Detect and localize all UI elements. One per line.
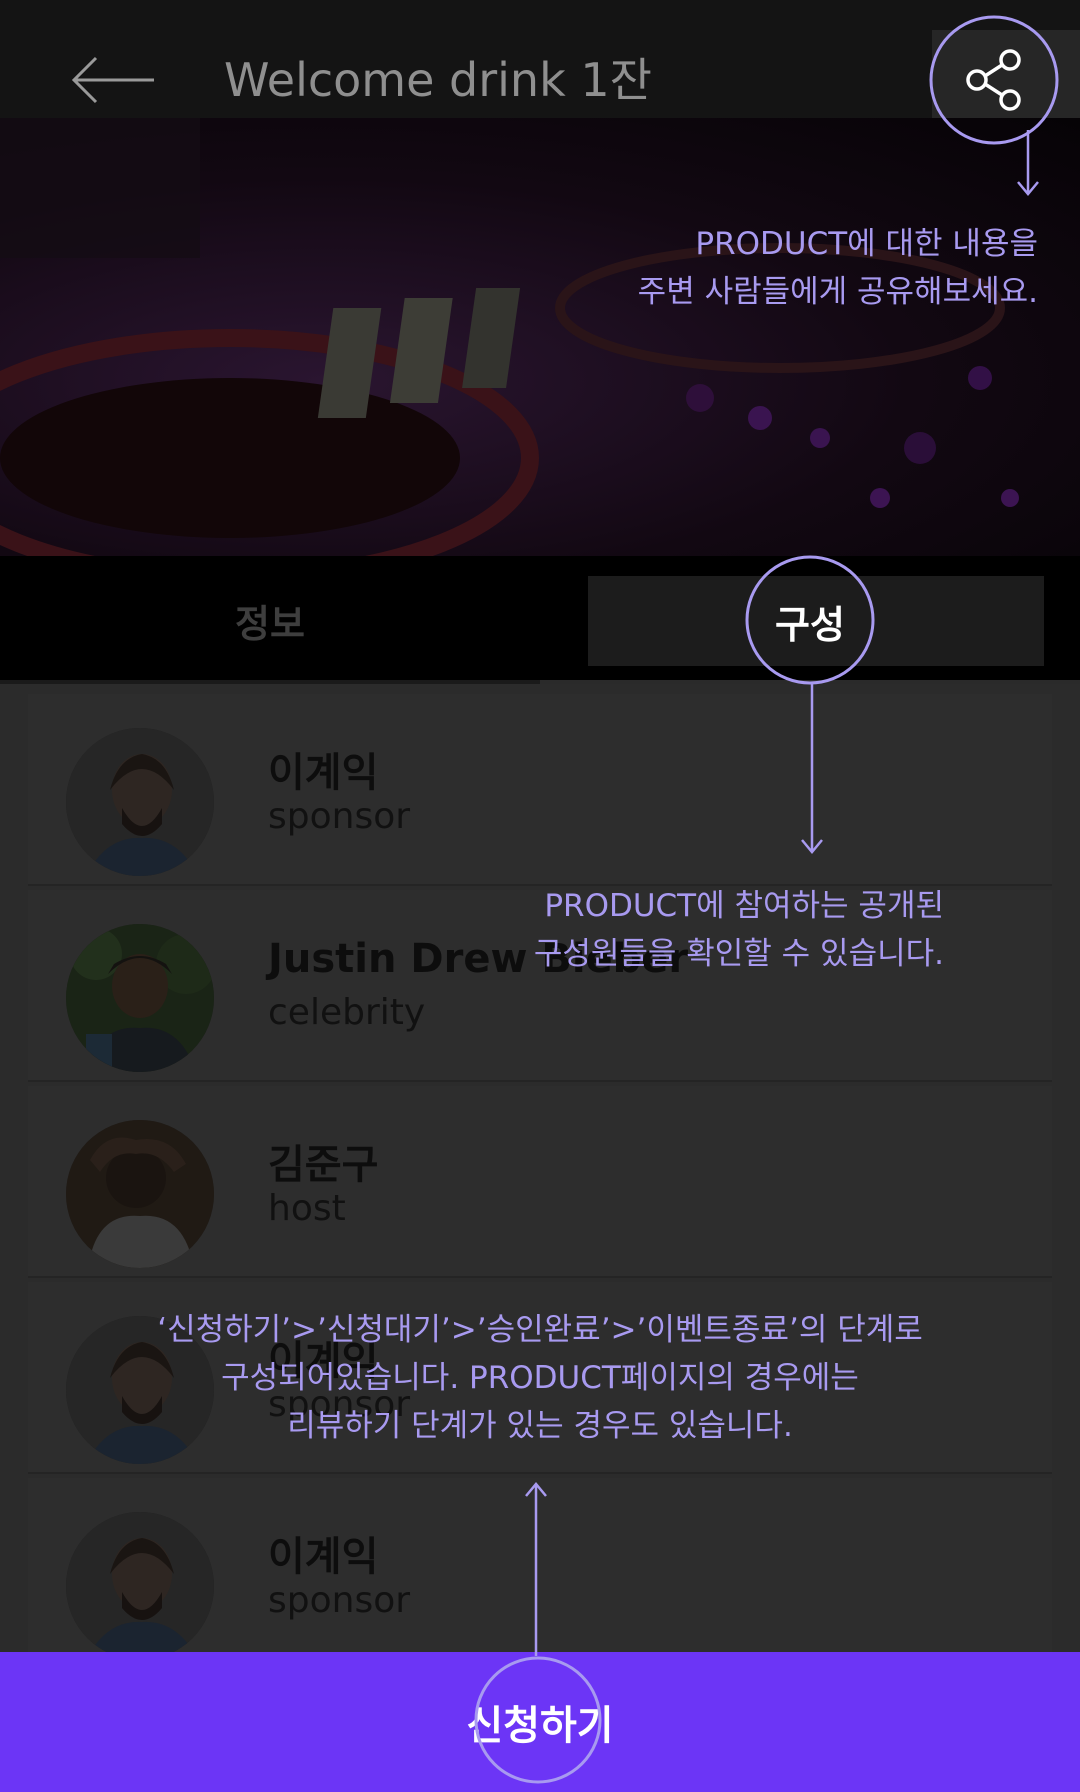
avatar [66,728,214,876]
avatar [66,1120,214,1268]
list-item[interactable]: 이계익 sponsor [28,1478,1052,1670]
tab-info[interactable]: 정보 [0,556,540,684]
page-title: Welcome drink 1잔 [224,53,652,107]
member-role: host [268,1188,346,1229]
apply-button[interactable]: 신청하기 [0,1652,1080,1792]
list-item[interactable]: 김준구 host [28,1086,1052,1278]
member-name: Justin Drew Bieber [268,936,689,982]
member-name: 김준구 [268,1142,379,1188]
member-role: sponsor [268,1580,411,1621]
member-name: 이계익 [268,1534,379,1580]
tab-bar: 정보 구성 [0,556,1080,684]
member-role: sponsor [268,1384,411,1425]
share-button[interactable] [932,30,1080,118]
member-name: 이계익 [268,1338,379,1384]
list-item[interactable]: 이계익 sponsor [28,694,1052,886]
arrow-left-icon [71,56,154,104]
list-item[interactable]: 이계익 sponsor [28,1282,1052,1474]
avatar [66,1316,214,1464]
avatar [66,924,214,1072]
member-list[interactable]: 이계익 sponsor Justin Drew Bieber celebrity [0,684,1080,1670]
top-app-bar: Welcome drink 1잔 [0,0,1080,118]
avatar [66,1512,214,1660]
list-item[interactable]: Justin Drew Bieber celebrity [28,890,1052,1082]
product-hero-image [0,118,1080,556]
member-name: 이계익 [268,750,379,796]
tab-compose-label: 구성 [775,603,845,647]
member-role: celebrity [268,992,426,1033]
back-button[interactable] [70,40,160,120]
member-role: sponsor [268,796,411,837]
